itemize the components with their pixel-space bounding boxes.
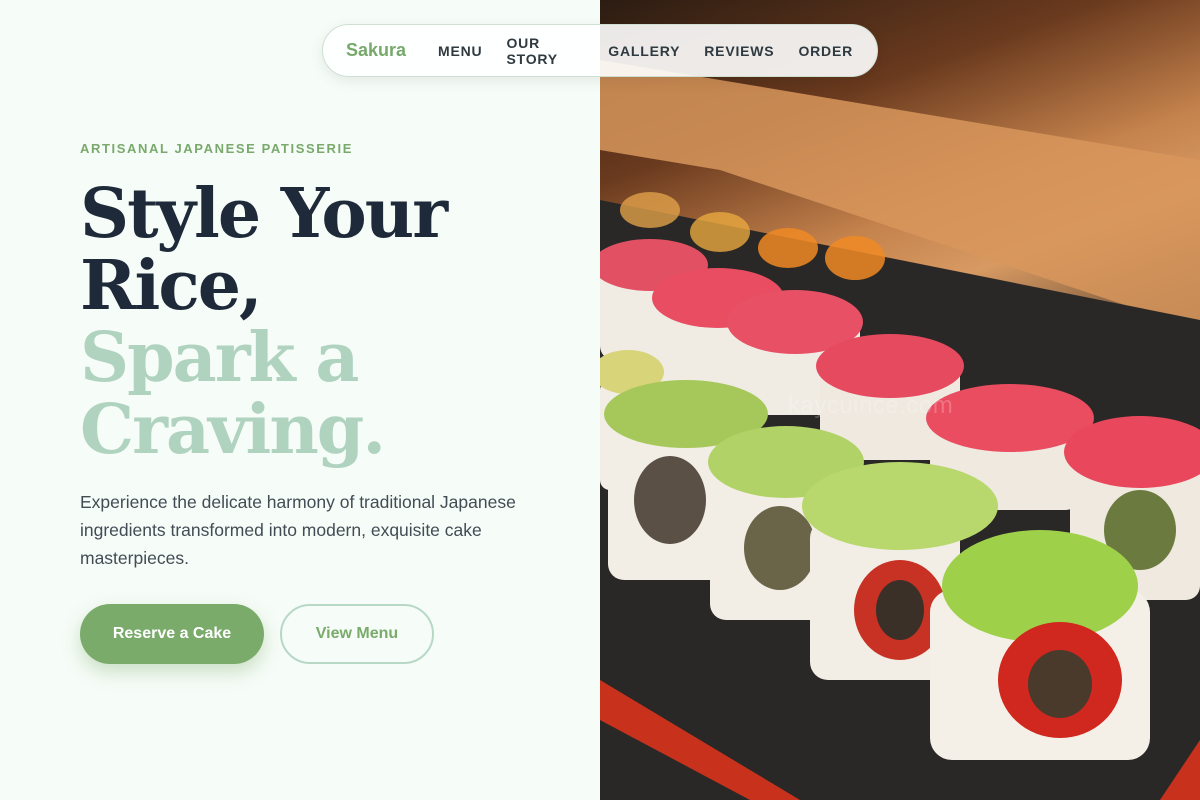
top-navigation: Sakura MENU OUR STORY GALLERY REVIEWS OR…	[322, 24, 878, 77]
nav-item-order[interactable]: ORDER	[798, 43, 853, 59]
sushi-rolls-photo: kaycuince.com	[600, 0, 1200, 800]
hero-description: Experience the delicate harmony of tradi…	[80, 492, 516, 568]
headline-line-3: Spark a	[80, 318, 359, 398]
nav-item-menu[interactable]: MENU	[438, 43, 482, 59]
brand-logo[interactable]: Sakura	[346, 40, 406, 61]
hero-eyebrow: ARTISANAL JAPANESE PATISSERIE	[80, 141, 353, 156]
headline-line-2: Rice,	[80, 246, 263, 326]
headline-line-4: Craving.	[80, 390, 386, 470]
nav-item-gallery[interactable]: GALLERY	[608, 43, 680, 59]
hero-text-panel: ARTISANAL JAPANESE PATISSERIE Style Your…	[0, 0, 600, 800]
hero-headline: Style Your Rice, Spark a Craving.	[80, 178, 580, 466]
photo-watermark: kaycuince.com	[788, 392, 954, 419]
nav-item-our-story[interactable]: OUR STORY	[506, 35, 584, 67]
nav-item-reviews[interactable]: REVIEWS	[704, 43, 774, 59]
reserve-cake-button[interactable]: Reserve a Cake	[80, 604, 264, 664]
view-menu-button[interactable]: View Menu	[280, 604, 434, 664]
headline-line-1: Style Your	[80, 174, 448, 254]
